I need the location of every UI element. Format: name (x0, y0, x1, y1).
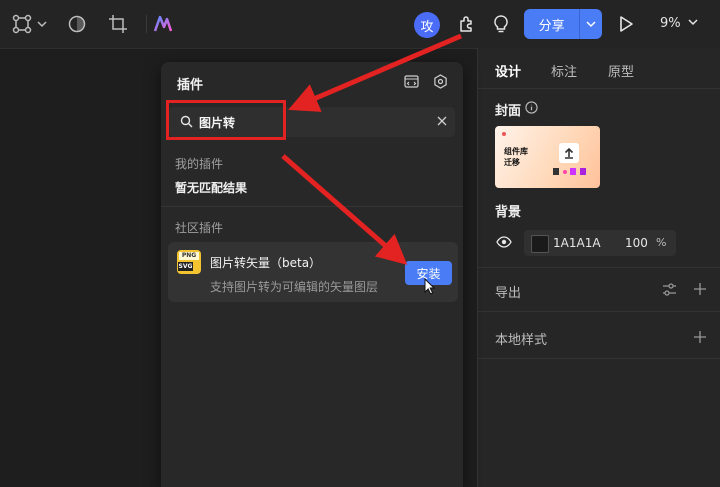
percent-sign: % (656, 236, 667, 249)
share-dropdown-button[interactable] (579, 9, 602, 39)
tab-prototype[interactable]: 原型 (608, 61, 634, 80)
mouse-cursor-icon (424, 277, 436, 298)
tabs-divider (478, 88, 720, 89)
play-icon[interactable] (616, 14, 636, 34)
add-export-icon[interactable] (693, 282, 707, 299)
cover-thumbnail[interactable]: 组件库 迁移 (495, 126, 600, 188)
cover-thumb-text: 组件库 迁移 (504, 147, 528, 167)
file-icon (570, 168, 576, 175)
background-label: 背景 (495, 205, 522, 220)
plugin-name: 图片转矢量（beta） (210, 256, 322, 270)
zoom-value: 9% (660, 16, 681, 31)
plugin-panel-title: 插件 (177, 78, 204, 93)
local-styles-label: 本地样式 (495, 333, 548, 348)
file-icon (553, 168, 559, 175)
chevron-down-icon (688, 19, 698, 26)
no-match-text: 暂无匹配结果 (175, 181, 248, 195)
top-toolbar: 攻 分享 9% (0, 0, 720, 49)
export-label: 导出 (495, 286, 522, 301)
code-icon[interactable] (404, 74, 419, 92)
background-color-field[interactable]: 1A1A1A 100 % (524, 230, 676, 256)
properties-panel: 设计 标注 原型 封面 组件库 迁移 背景 1A1A1A 100 % 导出 本地… (477, 48, 720, 487)
thumb-dot (563, 170, 567, 174)
cover-label: 封面 (495, 104, 522, 119)
file-icon (580, 168, 586, 175)
tab-design[interactable]: 设计 (495, 61, 521, 80)
plugin-description: 支持图片转为可编辑的矢量图层 (210, 280, 379, 294)
thumb-dot (502, 132, 506, 136)
ai-logo-icon[interactable] (153, 14, 173, 34)
component-tool-icon[interactable] (12, 14, 32, 34)
sliders-icon[interactable] (662, 282, 677, 300)
chevron-down-icon (586, 21, 596, 28)
lightbulb-icon[interactable] (491, 14, 511, 34)
settings-icon[interactable] (433, 74, 448, 92)
logo-text-top: PNG (179, 252, 199, 260)
color-swatch[interactable] (531, 235, 549, 253)
plugin-list-item[interactable]: PNG SVG 图片转矢量（beta） 支持图片转为可编辑的矢量图层 安装 (168, 242, 458, 302)
section-divider (161, 206, 463, 207)
crop-tool-icon[interactable] (108, 14, 128, 34)
section-divider (478, 358, 720, 359)
upload-icon (559, 143, 579, 163)
search-highlight-box (166, 100, 286, 140)
my-plugins-label: 我的插件 (175, 157, 224, 171)
user-avatar[interactable]: 攻 (414, 12, 440, 38)
section-divider (478, 267, 720, 268)
zoom-level[interactable]: 9% (660, 16, 698, 31)
eye-icon[interactable] (496, 235, 512, 252)
bg-opacity-value[interactable]: 100 (625, 236, 648, 250)
ellipse-tool-icon[interactable] (67, 14, 87, 34)
share-button-group: 分享 (524, 9, 602, 39)
chevron-down-icon[interactable] (36, 14, 48, 34)
plugin-logo-icon: PNG SVG (177, 250, 201, 274)
share-button[interactable]: 分享 (524, 9, 579, 39)
plugin-icon[interactable] (457, 14, 477, 34)
section-divider (478, 311, 720, 312)
community-plugins-label: 社区插件 (175, 221, 224, 235)
add-style-icon[interactable] (693, 330, 707, 347)
bg-hex-value[interactable]: 1A1A1A (553, 236, 601, 250)
toolbar-divider (146, 15, 147, 33)
info-icon[interactable] (525, 101, 538, 117)
tab-annotate[interactable]: 标注 (551, 61, 577, 80)
close-icon[interactable] (436, 115, 448, 130)
logo-text-bottom: SVG (178, 262, 193, 271)
